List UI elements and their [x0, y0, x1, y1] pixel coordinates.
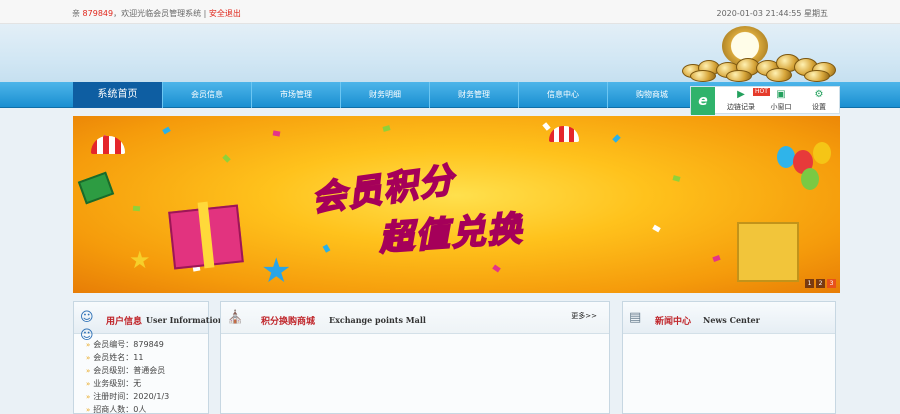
- record-label: 边链记录: [727, 103, 755, 111]
- gift-box-right-illustration: [737, 222, 799, 282]
- pager-dot-1[interactable]: 1: [805, 279, 814, 288]
- banner-slogan: 会员积分 超值兑换: [308, 144, 611, 264]
- list-item: » 业务级别：无: [86, 379, 142, 388]
- video-icon: ▶: [737, 89, 745, 100]
- datetime-display: 2020-01-03 21:44:55 星期五: [716, 9, 828, 18]
- news-panel: ▤ 新闻中心 News Center: [622, 301, 836, 414]
- nav-item-finance-detail[interactable]: 财务明细: [340, 82, 429, 108]
- mall-header: ⛪ 积分换购商城 Exchange points Mall 更多>>: [221, 302, 609, 334]
- nav-item-info-center[interactable]: 信息中心: [518, 82, 607, 108]
- gear-icon: ⚙: [814, 89, 824, 100]
- star-icon: ★: [129, 246, 151, 274]
- mini-window-button[interactable]: ▣ 小窗口: [761, 90, 801, 112]
- nav-item-member-info[interactable]: 会员信息: [162, 82, 251, 108]
- banner-pager: 123: [803, 270, 836, 289]
- mall-title-en: Exchange points Mall: [329, 315, 426, 325]
- arrow-icon: »: [86, 341, 91, 349]
- arrow-icon: »: [86, 367, 91, 375]
- arrow-icon: »: [86, 354, 91, 362]
- newspaper-icon: ▤: [629, 310, 642, 325]
- logout-link[interactable]: 安全退出: [209, 9, 241, 18]
- mall-title: 积分换购商城: [261, 317, 316, 327]
- arrow-icon: »: [86, 380, 91, 388]
- user-info-header: ☺☺ 用户信息 User Information: [74, 302, 224, 343]
- greeting-prefix: 亲: [72, 9, 80, 18]
- coins-illustration: [680, 24, 840, 82]
- list-item: » 招商人数：0人: [86, 405, 147, 414]
- arrow-icon: »: [86, 393, 91, 401]
- welcome-text: ，欢迎光临会员管理系统 |: [113, 9, 207, 18]
- settings-button[interactable]: ⚙ 设置: [799, 90, 839, 112]
- nav-item-finance-manage[interactable]: 财务管理: [429, 82, 518, 108]
- news-header: ▤ 新闻中心 News Center: [623, 302, 835, 334]
- arrow-icon: »: [86, 406, 91, 414]
- browser-logo-icon[interactable]: e: [691, 87, 715, 115]
- star-icon: ★: [261, 251, 292, 291]
- promo-banner[interactable]: ★ ★ 会员积分 超值兑换 123: [73, 116, 840, 293]
- tv-icon: ▣: [776, 89, 786, 100]
- list-item: » 注册时间：2020/1/3: [86, 392, 170, 401]
- nav-item-shop[interactable]: 购物商城: [607, 82, 696, 108]
- welcome-message: 亲 879849，欢迎光临会员管理系统 | 安全退出: [72, 8, 241, 19]
- news-title-en: News Center: [703, 315, 760, 325]
- user-info-title: 用户信息: [106, 317, 143, 327]
- user-info-panel: ☺☺ 用户信息 User Information » 会员编号：879849 » 会…: [73, 301, 224, 414]
- list-item: » 会员姓名：11: [86, 353, 144, 362]
- parachute-icon: [91, 136, 125, 154]
- users-icon: ☺☺: [80, 310, 94, 343]
- nav-item-home[interactable]: 系统首页: [73, 82, 162, 108]
- top-bar: 亲 879849，欢迎光临会员管理系统 | 安全退出 2020-01-03 21…: [0, 0, 900, 24]
- user-info-title-en: User Information: [146, 315, 224, 325]
- quick-toolbar: e HOT ▶ 边链记录 ▣ 小窗口 ⚙ 设置: [690, 86, 840, 115]
- slogan-line2: 超值兑换: [377, 208, 525, 260]
- pager-dot-2[interactable]: 2: [816, 279, 825, 288]
- shop-icon: ⛪: [227, 310, 244, 325]
- settings-label: 设置: [812, 103, 826, 111]
- user-id: 879849: [82, 9, 114, 18]
- more-link[interactable]: 更多>>: [571, 311, 597, 321]
- list-item: » 会员级别：普通会员: [86, 366, 166, 375]
- mall-panel: ⛪ 积分换购商城 Exchange points Mall 更多>>: [220, 301, 610, 414]
- header: [0, 24, 900, 82]
- news-title: 新闻中心: [655, 317, 692, 327]
- record-button[interactable]: ▶ 边链记录: [721, 90, 761, 112]
- parachute-icon: [549, 126, 579, 142]
- user-info-list: » 会员编号：879849 » 会员姓名：11 » 会员级别：普通会员 » 业务级别：无…: [86, 338, 169, 414]
- nav-item-market[interactable]: 市场管理: [251, 82, 340, 108]
- mini-window-label: 小窗口: [770, 103, 792, 111]
- pager-dot-3[interactable]: 3: [827, 279, 836, 288]
- list-item: » 会员编号：879849: [86, 340, 164, 349]
